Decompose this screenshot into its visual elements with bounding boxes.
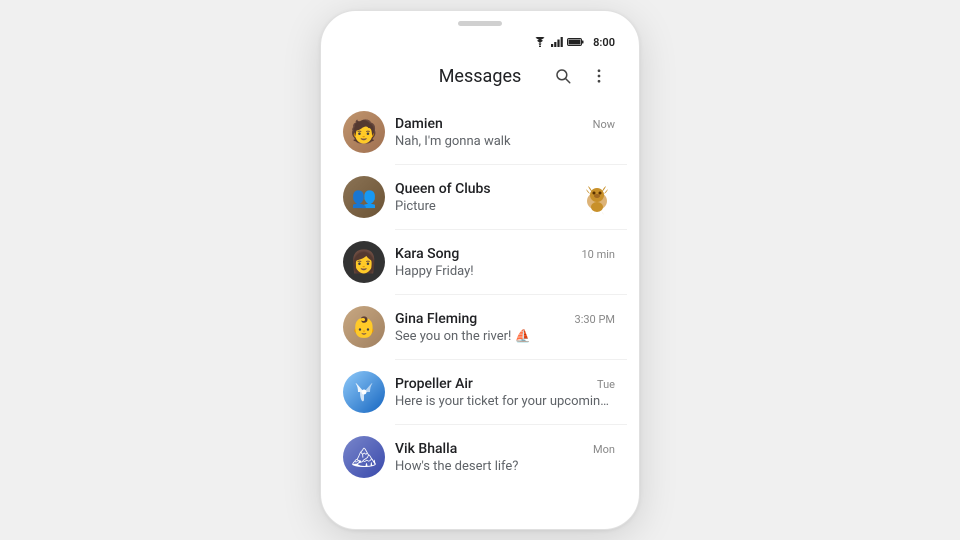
conv-preview-propeller-air: Here is your ticket for your upcoming... <box>395 394 615 409</box>
conv-thumb-queen-of-clubs <box>579 179 615 215</box>
conv-content-kara-song: Kara Song 10 min Happy Friday! <box>395 246 615 279</box>
wifi-icon <box>533 37 547 47</box>
conv-preview-damien: Nah, I'm gonna walk <box>395 134 615 149</box>
search-button[interactable] <box>547 60 579 92</box>
conversation-item-kara-song[interactable]: 👩 Kara Song 10 min Happy Friday! <box>333 230 627 294</box>
conv-header-vik-bhalla: Vik Bhalla Mon <box>395 441 615 457</box>
app-bar-icons <box>547 60 615 92</box>
conv-header-damien: Damien Now <box>395 116 615 132</box>
app-bar: Messages <box>333 52 627 100</box>
conv-preview-kara-song: Happy Friday! <box>395 264 615 279</box>
avatar-queen-of-clubs: 👥 <box>343 176 385 218</box>
conversation-item-queen-of-clubs[interactable]: 👥 Queen of Clubs Picture <box>333 165 627 229</box>
propeller-logo-icon <box>351 379 377 405</box>
conv-content-queen-of-clubs: Queen of Clubs Picture <box>395 181 569 214</box>
more-options-button[interactable] <box>583 60 615 92</box>
conv-time-kara-song: 10 min <box>582 248 616 261</box>
app-title: Messages <box>413 66 547 87</box>
screen: 8:00 Messages <box>333 30 627 486</box>
conversation-item-vik-bhalla[interactable]: 🏔 Vik Bhalla Mon How's the desert life? <box>333 425 627 486</box>
conv-name-queen-of-clubs: Queen of Clubs <box>395 181 491 197</box>
conv-header-queen-of-clubs: Queen of Clubs <box>395 181 569 197</box>
conv-header-gina-fleming: Gina Fleming 3:30 PM <box>395 311 615 327</box>
conv-content-vik-bhalla: Vik Bhalla Mon How's the desert life? <box>395 441 615 474</box>
conv-header-kara-song: Kara Song 10 min <box>395 246 615 262</box>
more-vert-icon <box>590 67 608 85</box>
signal-icon <box>551 37 563 47</box>
battery-icon <box>567 37 585 47</box>
status-bar: 8:00 <box>333 30 627 52</box>
conv-preview-gina-fleming: See you on the river! ⛵ <box>395 329 615 344</box>
status-time: 8:00 <box>593 36 615 49</box>
status-icons: 8:00 <box>533 36 615 49</box>
conv-time-damien: Now <box>593 118 615 131</box>
conversation-list: 🧑 Damien Now Nah, I'm gonna walk 👥 <box>333 100 627 486</box>
avatar-gina-fleming: 👶 <box>343 306 385 348</box>
conv-name-kara-song: Kara Song <box>395 246 459 262</box>
conv-name-vik-bhalla: Vik Bhalla <box>395 441 457 457</box>
avatar-kara-song: 👩 <box>343 241 385 283</box>
conversation-item-propeller-air[interactable]: Propeller Air Tue Here is your ticket fo… <box>333 360 627 424</box>
search-icon <box>554 67 572 85</box>
phone-notch <box>321 11 639 30</box>
phone-shell: 8:00 Messages <box>320 10 640 530</box>
conv-name-damien: Damien <box>395 116 443 132</box>
avatar-vik-bhalla: 🏔 <box>343 436 385 478</box>
conv-preview-vik-bhalla: How's the desert life? <box>395 459 615 474</box>
conversation-item-damien[interactable]: 🧑 Damien Now Nah, I'm gonna walk <box>333 100 627 164</box>
conv-name-gina-fleming: Gina Fleming <box>395 311 477 327</box>
conversation-item-gina-fleming[interactable]: 👶 Gina Fleming 3:30 PM See you on the ri… <box>333 295 627 359</box>
conv-time-gina-fleming: 3:30 PM <box>575 313 615 326</box>
conv-content-damien: Damien Now Nah, I'm gonna walk <box>395 116 615 149</box>
phone-speaker <box>458 21 502 26</box>
conv-time-propeller-air: Tue <box>597 378 615 391</box>
conv-time-vik-bhalla: Mon <box>593 443 615 456</box>
conv-content-gina-fleming: Gina Fleming 3:30 PM See you on the rive… <box>395 311 615 344</box>
avatar-damien: 🧑 <box>343 111 385 153</box>
conv-name-propeller-air: Propeller Air <box>395 376 473 392</box>
conv-content-propeller-air: Propeller Air Tue Here is your ticket fo… <box>395 376 615 409</box>
conv-preview-queen-of-clubs: Picture <box>395 199 569 214</box>
conv-header-propeller-air: Propeller Air Tue <box>395 376 615 392</box>
avatar-propeller-air <box>343 371 385 413</box>
sticker-icon <box>579 179 615 215</box>
phone-device: 8:00 Messages <box>320 10 640 530</box>
